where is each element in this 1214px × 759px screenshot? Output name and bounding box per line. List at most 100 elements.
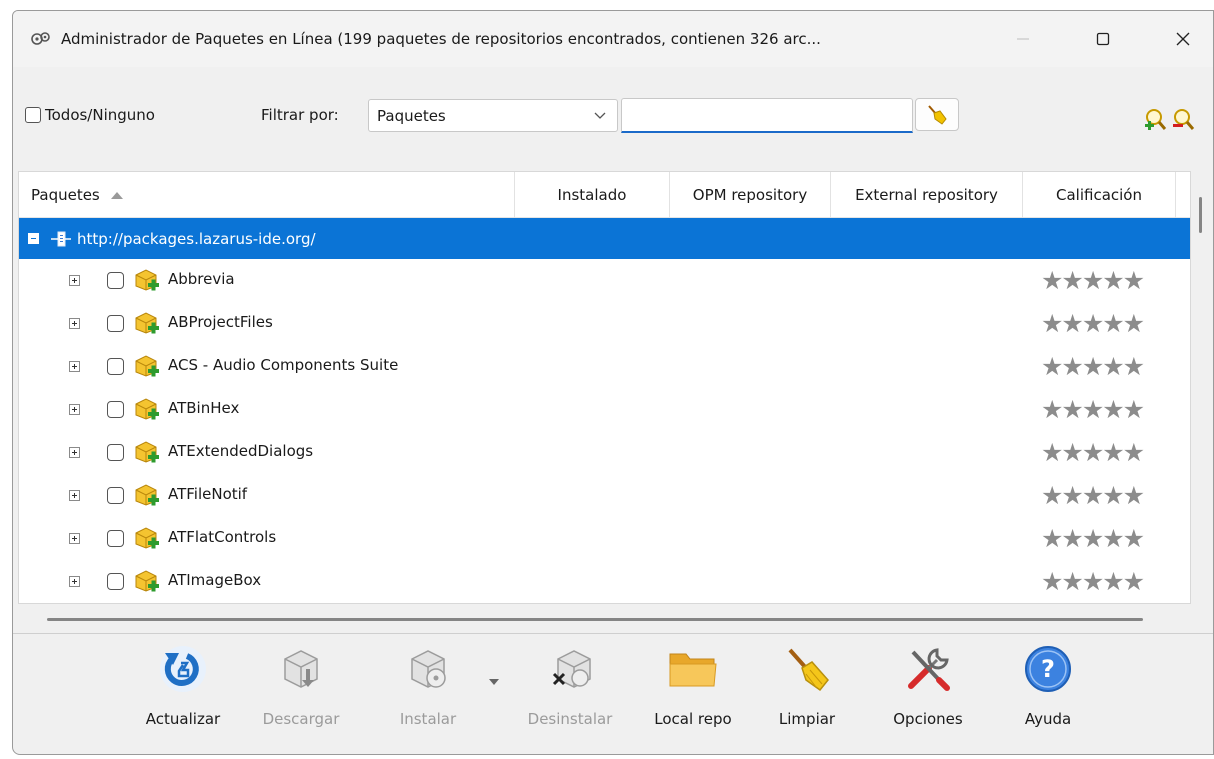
options-button[interactable]: Opciones — [878, 634, 978, 754]
package-row[interactable]: ACS - Audio Components Suite ★★★★★ — [19, 345, 1190, 388]
local-repo-button[interactable]: Local repo — [643, 634, 743, 754]
column-header-rating[interactable]: Calificación — [1023, 172, 1176, 218]
options-label: Opciones — [893, 710, 963, 728]
clear-filter-button[interactable] — [915, 98, 959, 131]
bottom-toolbar: Actualizar Descargar Instalar Desinstala… — [13, 634, 1213, 754]
repository-url: http://packages.lazarus-ide.org/ — [77, 229, 316, 248]
package-row[interactable]: ATBinHex ★★★★★ — [19, 388, 1190, 431]
uninstall-button[interactable]: Desinstalar — [513, 634, 627, 754]
rating-stars[interactable]: ★★★★★ — [1041, 569, 1145, 594]
maximize-button[interactable] — [1083, 21, 1123, 57]
package-row[interactable]: ATExtendedDialogs ★★★★★ — [19, 431, 1190, 474]
folder-icon — [669, 653, 717, 687]
expand-icon[interactable] — [69, 447, 80, 458]
filter-search-input[interactable] — [621, 98, 913, 133]
svg-text:?: ? — [1041, 655, 1055, 683]
package-name: ATBinHex — [168, 399, 240, 417]
column-header-opm-repository[interactable]: OPM repository — [670, 172, 831, 218]
package-checkbox[interactable] — [107, 573, 124, 590]
column-header-label: Calificación — [1056, 186, 1142, 204]
rating-stars[interactable]: ★★★★★ — [1041, 440, 1145, 465]
download-label: Descargar — [262, 710, 340, 728]
column-header-label: OPM repository — [692, 186, 808, 204]
checkbox-box[interactable] — [25, 107, 41, 123]
package-row[interactable]: Abbrevia ★★★★★ — [19, 259, 1190, 302]
install-dropdown-arrow[interactable] — [489, 679, 499, 685]
expand-icon[interactable] — [69, 533, 80, 544]
expand-icon[interactable] — [69, 576, 80, 587]
collapse-icon[interactable] — [28, 233, 39, 244]
uninstall-icon — [552, 650, 591, 688]
rating-stars[interactable]: ★★★★★ — [1041, 311, 1145, 336]
packages-grid: Paquetes Instalado OPM repository Extern… — [18, 171, 1191, 604]
package-checkbox[interactable] — [107, 272, 124, 289]
package-name: ATFlatControls — [168, 528, 277, 546]
install-button[interactable]: Instalar — [383, 634, 473, 754]
package-row[interactable]: ABProjectFiles ★★★★★ — [19, 302, 1190, 345]
package-icon — [135, 312, 159, 334]
column-header-label: Instalado — [557, 186, 627, 204]
clean-button[interactable]: Limpiar — [765, 634, 849, 754]
filter-type-select[interactable]: Paquetes — [368, 99, 618, 132]
chevron-down-icon — [594, 112, 606, 119]
clean-label: Limpiar — [778, 710, 836, 728]
column-header-external-repository[interactable]: External repository — [831, 172, 1023, 218]
repository-icon — [51, 231, 71, 246]
select-all-label: Todos/Ninguno — [45, 106, 155, 124]
package-checkbox[interactable] — [107, 401, 124, 418]
expand-icon[interactable] — [69, 490, 80, 501]
rating-stars[interactable]: ★★★★★ — [1041, 268, 1145, 293]
package-row[interactable]: ATImageBox ★★★★★ — [19, 560, 1190, 603]
expand-all-button[interactable] — [1143, 107, 1169, 137]
select-all-checkbox[interactable]: Todos/Ninguno — [25, 106, 155, 124]
help-label: Ayuda — [1024, 710, 1072, 728]
rating-stars[interactable]: ★★★★★ — [1041, 397, 1145, 422]
expand-icon[interactable] — [69, 361, 80, 372]
package-name: Abbrevia — [168, 270, 235, 288]
package-name: ATExtendedDialogs — [168, 442, 314, 460]
minimize-button[interactable] — [1003, 21, 1043, 57]
column-header-installed[interactable]: Instalado — [515, 172, 670, 218]
package-icon — [135, 355, 159, 377]
grid-header: Paquetes Instalado OPM repository Extern… — [19, 172, 1190, 218]
package-checkbox[interactable] — [107, 487, 124, 504]
maximize-icon — [1096, 32, 1110, 46]
expand-icon[interactable] — [69, 318, 80, 329]
package-icon — [135, 441, 159, 463]
minimize-icon — [1017, 38, 1029, 40]
rating-stars[interactable]: ★★★★★ — [1041, 483, 1145, 508]
expand-icon[interactable] — [69, 404, 80, 415]
package-checkbox[interactable] — [107, 315, 124, 332]
filter-bar: Todos/Ninguno Filtrar por: Paquetes — [13, 91, 1213, 141]
rating-stars[interactable]: ★★★★★ — [1041, 526, 1145, 551]
refresh-button[interactable]: Actualizar — [133, 634, 233, 754]
help-button[interactable]: ? Ayuda — [1013, 634, 1083, 754]
zoom-in-icon — [1145, 109, 1167, 130]
zoom-out-icon — [1173, 109, 1195, 130]
window-title: Administrador de Paquetes en Línea (199 … — [61, 30, 821, 48]
filter-type-value: Paquetes — [377, 106, 446, 125]
package-checkbox[interactable] — [107, 530, 124, 547]
rating-stars[interactable]: ★★★★★ — [1041, 354, 1145, 379]
package-icon — [135, 570, 159, 592]
repository-row[interactable]: http://packages.lazarus-ide.org/ — [19, 218, 1190, 259]
package-icon — [135, 527, 159, 549]
close-icon — [1176, 32, 1190, 46]
package-name: ACS - Audio Components Suite — [168, 356, 399, 374]
package-name: ATFileNotif — [168, 485, 248, 503]
package-checkbox[interactable] — [107, 358, 124, 375]
help-icon: ? — [1025, 646, 1071, 692]
package-row[interactable]: ATFlatControls ★★★★★ — [19, 517, 1190, 560]
package-icon — [135, 484, 159, 506]
expand-icon[interactable] — [69, 275, 80, 286]
download-button[interactable]: Descargar — [253, 634, 349, 754]
package-icon — [135, 398, 159, 420]
title-bar: Administrador de Paquetes en Línea (199 … — [13, 11, 1213, 67]
package-checkbox[interactable] — [107, 444, 124, 461]
horizontal-scrollbar[interactable] — [47, 618, 1143, 621]
package-row[interactable]: ATFileNotif ★★★★★ — [19, 474, 1190, 517]
vertical-scrollbar[interactable] — [1199, 197, 1202, 233]
close-button[interactable] — [1163, 21, 1203, 57]
collapse-all-button[interactable] — [1171, 107, 1197, 137]
column-header-packages[interactable]: Paquetes — [19, 172, 515, 218]
